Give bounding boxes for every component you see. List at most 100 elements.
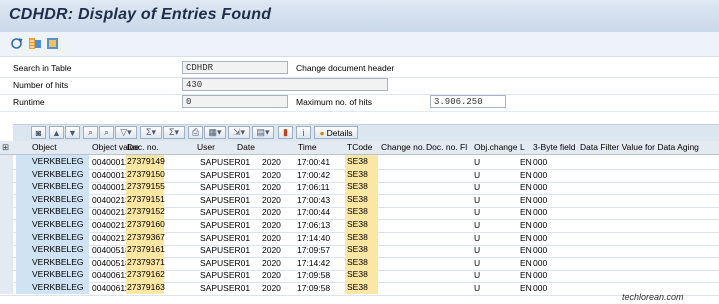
doc-no-cell[interactable]: 27379371 [126,255,165,269]
col-header-3-byte-field[interactable]: 3-Byte field [533,142,576,152]
row-selector[interactable] [0,218,13,231]
row-selector[interactable] [0,281,13,294]
user-cell[interactable]: SAPUSER01 [200,233,250,243]
col-header-doc-no[interactable]: Doc. no. [127,142,159,152]
language-cell[interactable]: EN [520,245,532,255]
tcode-cell[interactable]: SE38 [345,281,378,294]
three-byte-cell[interactable]: 000 [533,233,547,243]
language-cell[interactable]: EN [520,270,532,280]
doc-no-cell[interactable]: 27379161 [126,243,165,257]
language-cell[interactable]: EN [520,207,532,217]
find-icon[interactable]: ⌕ [83,126,98,139]
object-cell[interactable]: VERKBELEG [16,230,89,244]
language-cell[interactable]: EN [520,170,532,180]
three-byte-cell[interactable]: 000 [533,207,547,217]
obj-change-cell[interactable]: U [474,258,480,268]
tcode-cell[interactable]: SE38 [345,167,378,181]
find-next-icon[interactable]: ⌕ [99,126,114,139]
runtime-field[interactable]: 0 [182,95,288,108]
three-byte-cell[interactable]: 000 [533,157,547,167]
object-cell[interactable]: VERKBELEG [16,243,89,257]
language-cell[interactable]: EN [520,182,532,192]
date-cell[interactable]: 2020 [262,157,281,167]
print-icon[interactable]: ⎙ [188,126,203,139]
tcode-cell[interactable]: SE38 [345,155,378,168]
col-header-change-no[interactable]: Change no. [381,142,425,152]
number-of-hits-field[interactable]: 430 [182,78,388,91]
date-cell[interactable]: 2020 [262,220,281,230]
doc-no-cell[interactable]: 27379155 [126,180,165,194]
obj-change-cell[interactable]: U [474,270,480,280]
time-cell[interactable]: 17:00:41 [297,157,330,167]
tcode-cell[interactable]: SE38 [345,192,378,206]
table-row[interactable]: VERKBELEG 0040061111 27379163 SAPUSER01 2020… [0,281,719,296]
tcode-cell[interactable]: SE38 [345,243,378,257]
time-cell[interactable]: 17:14:40 [297,233,330,243]
user-cell[interactable]: SAPUSER01 [200,220,250,230]
date-cell[interactable]: 2020 [262,258,281,268]
search-in-table-field[interactable]: CDHDR [182,61,288,74]
graphic-icon[interactable]: ▮ [278,126,293,139]
info-icon[interactable]: i [296,126,311,139]
object-cell[interactable]: VERKBELEG [16,218,89,231]
row-selector[interactable] [0,205,13,219]
obj-change-cell[interactable]: U [474,245,480,255]
tcode-cell[interactable]: SE38 [345,205,378,219]
col-header-date[interactable]: Date [237,142,255,152]
date-cell[interactable]: 2020 [262,283,281,293]
obj-change-cell[interactable]: U [474,170,480,180]
three-byte-cell[interactable]: 000 [533,182,547,192]
row-selector[interactable] [0,180,13,194]
language-cell[interactable]: EN [520,220,532,230]
object-cell[interactable]: VERKBELEG [16,281,89,294]
layout-icon[interactable]: ▤▾ [252,126,274,139]
time-cell[interactable]: 17:00:43 [297,195,330,205]
row-selector[interactable] [0,192,13,206]
tcode-cell[interactable]: SE38 [345,255,378,269]
doc-no-cell[interactable]: 27379152 [126,205,165,219]
tcode-cell[interactable]: SE38 [345,230,378,244]
tcode-cell[interactable]: SE38 [345,180,378,194]
date-cell[interactable]: 2020 [262,270,281,280]
object-cell[interactable]: VERKBELEG [16,155,89,168]
object-cell[interactable]: VERKBELEG [16,180,89,194]
object-cell[interactable]: VERKBELEG [16,167,89,181]
filter-icon[interactable]: ▽▾ [115,126,137,139]
col-header-data-filter[interactable]: Data Filter Value for Data Aging [580,142,699,152]
three-byte-cell[interactable]: 000 [533,283,547,293]
user-cell[interactable]: SAPUSER01 [200,270,250,280]
obj-change-cell[interactable]: U [474,283,480,293]
three-byte-cell[interactable]: 000 [533,170,547,180]
row-selector[interactable] [0,243,13,257]
user-cell[interactable]: SAPUSER01 [200,170,250,180]
time-cell[interactable]: 17:09:58 [297,270,330,280]
time-cell[interactable]: 17:00:44 [297,207,330,217]
time-cell[interactable]: 17:06:11 [297,182,329,192]
object-cell[interactable]: VERKBELEG [16,205,89,219]
time-cell[interactable]: 17:09:58 [297,283,330,293]
doc-no-cell[interactable]: 27379162 [126,268,165,282]
language-cell[interactable]: EN [520,258,532,268]
tcode-cell[interactable]: SE38 [345,268,378,282]
obj-change-cell[interactable]: U [474,220,480,230]
language-cell[interactable]: EN [520,195,532,205]
doc-no-cell[interactable]: 27379150 [126,167,165,181]
obj-change-cell[interactable]: U [474,157,480,167]
date-cell[interactable]: 2020 [262,245,281,255]
sort-desc-icon[interactable]: ▼ [65,126,80,139]
doc-no-cell[interactable]: 27379163 [126,281,165,294]
select-all-icon[interactable]: ⊞ [2,142,9,153]
time-cell[interactable]: 17:06:13 [297,220,330,230]
doc-no-cell[interactable]: 27379160 [126,218,165,231]
three-byte-cell[interactable]: 000 [533,220,547,230]
col-header-tcode[interactable]: TCode [347,142,373,152]
row-selector[interactable] [0,255,13,269]
sum-icon[interactable]: Σ▾ [140,126,162,139]
user-cell[interactable]: SAPUSER01 [200,283,250,293]
max-hits-field[interactable]: 3.906.250 [430,95,506,108]
export-icon[interactable]: ⇲▾ [228,126,250,139]
date-cell[interactable]: 2020 [262,182,281,192]
time-cell[interactable]: 17:00:42 [297,170,330,180]
row-selector[interactable] [0,167,13,181]
obj-change-cell[interactable]: U [474,195,480,205]
